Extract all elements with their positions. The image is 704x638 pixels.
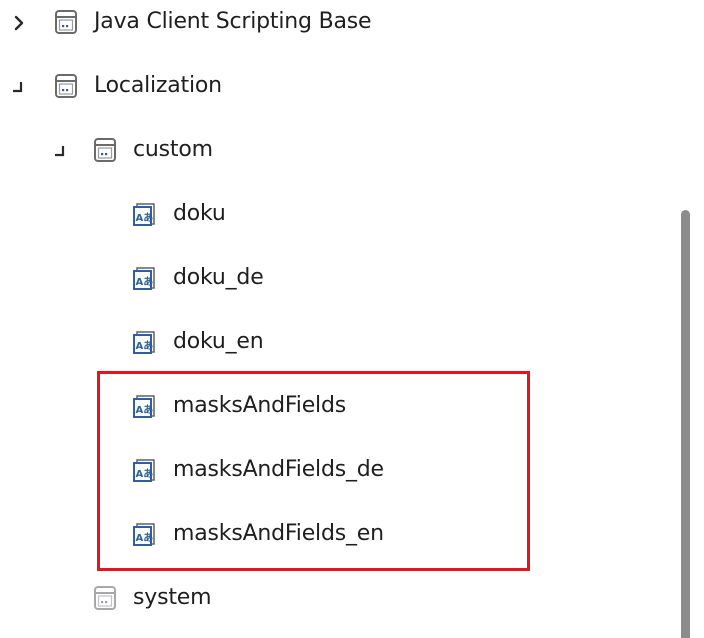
highlight-frame [97, 371, 530, 571]
vertical-scrollbar[interactable] [681, 210, 690, 638]
expanded-corner-icon[interactable] [50, 141, 70, 161]
expanded-corner-icon[interactable] [8, 77, 28, 97]
localization-file-icon: Aあ [132, 265, 156, 291]
svg-text:Aあ: Aあ [136, 211, 154, 224]
localization-file-icon: Aあ [132, 329, 156, 355]
svg-text:Aあ: Aあ [136, 339, 154, 352]
tree-item-doku-de[interactable]: Aあ doku_de [0, 254, 300, 304]
tree-item-label: doku_de [173, 265, 264, 290]
scrollbar-thumb[interactable] [681, 210, 690, 638]
tree-item-doku-en[interactable]: Aあ doku_en [0, 318, 300, 368]
tree-item-label: Localization [94, 73, 222, 98]
folder-package-icon [54, 73, 78, 99]
localization-file-icon: Aあ [132, 201, 156, 227]
tree-item-java-client-scripting-base[interactable]: Java Client Scripting Base [0, 0, 430, 48]
chevron-right-icon[interactable] [10, 13, 30, 33]
tree-item-doku[interactable]: Aあ doku [0, 190, 260, 240]
folder-package-icon [93, 137, 117, 163]
tree-item-label: custom [133, 137, 213, 162]
folder-package-icon [93, 585, 117, 611]
folder-package-icon [54, 9, 78, 35]
tree-item-custom[interactable]: custom [0, 126, 240, 176]
tree-item-label: doku_en [173, 329, 264, 354]
tree-item-localization[interactable]: Localization [0, 62, 260, 112]
tree-item-label: doku [173, 201, 226, 226]
tree-item-label: Java Client Scripting Base [94, 9, 372, 34]
tree-item-label: system [133, 585, 212, 610]
svg-text:Aあ: Aあ [136, 275, 154, 288]
tree-item-system[interactable]: system [0, 574, 260, 624]
repository-tree: Java Client Scripting Base Localization [0, 0, 704, 638]
